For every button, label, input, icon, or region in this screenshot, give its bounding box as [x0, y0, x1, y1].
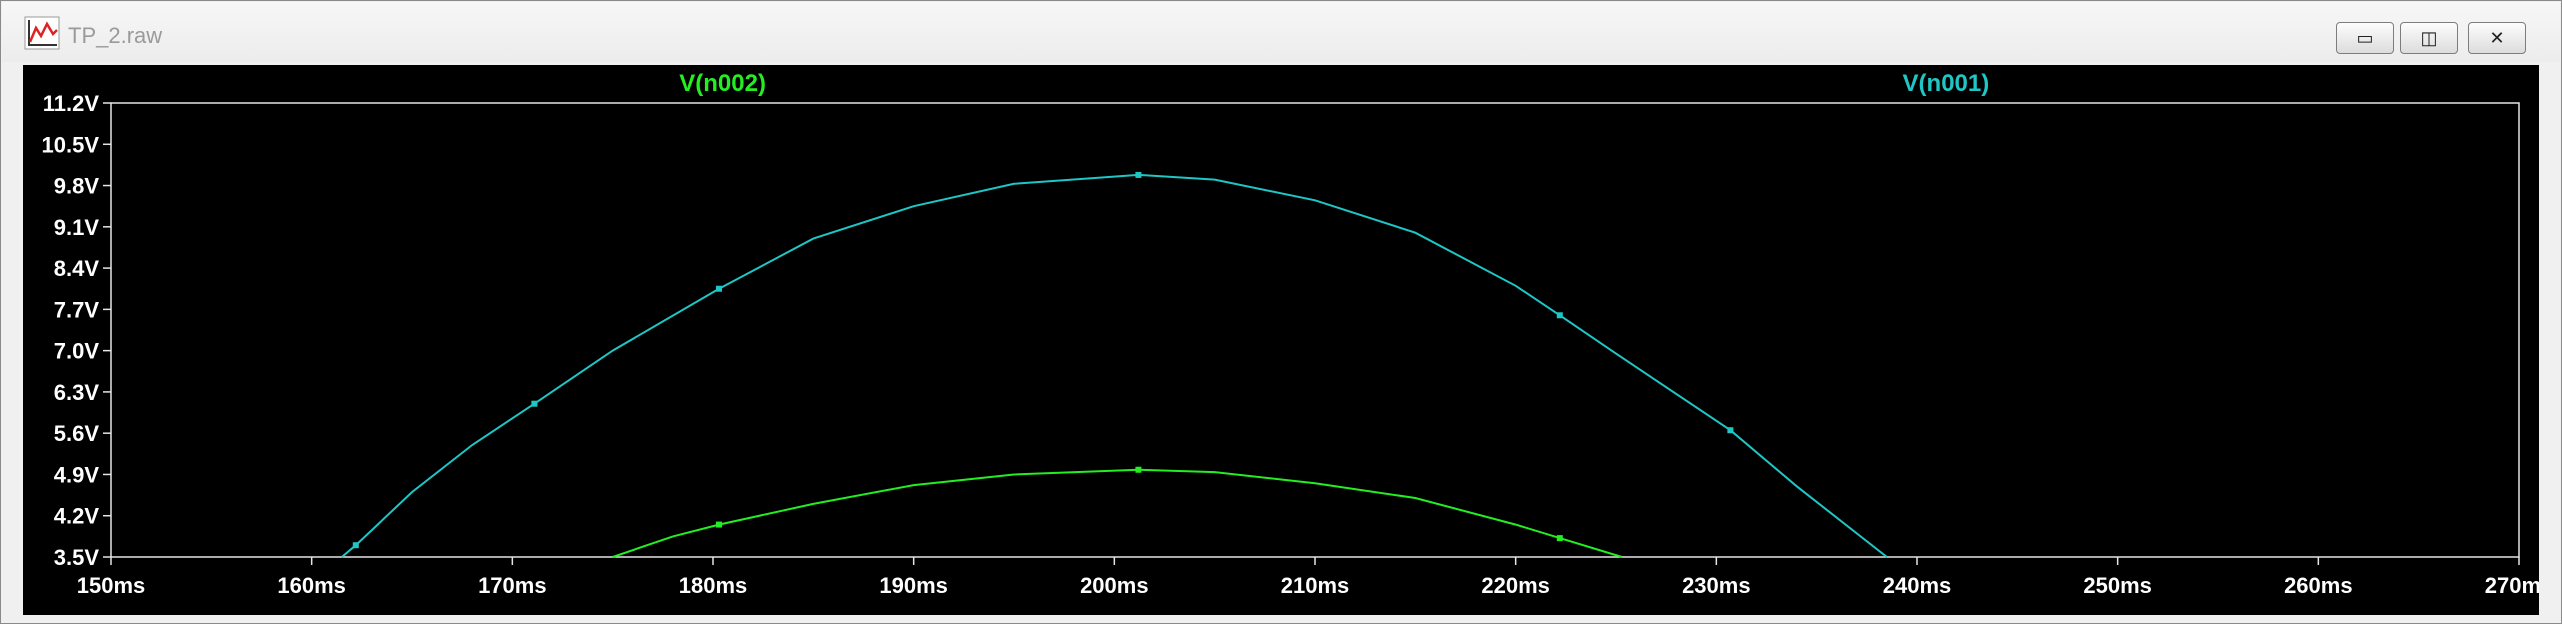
- x-tick-label: 230ms: [1682, 573, 1751, 598]
- plot-frame: [110, 102, 2520, 558]
- data-point: [1556, 535, 1563, 542]
- y-tick-label: 11.2V: [43, 91, 100, 116]
- y-tick-label: 9.8V: [54, 174, 100, 199]
- waveform-window: TP_2.raw ▭ ◫ ✕ 11.2V 10.5V 9.8V 9.1V 8.4V 7.7…: [0, 0, 2562, 624]
- y-tick-label: 5.6V: [54, 421, 100, 446]
- x-tick-label: 240ms: [1883, 573, 1952, 598]
- x-tick-label: 200ms: [1080, 573, 1149, 598]
- data-point: [531, 400, 538, 407]
- data-point: [716, 521, 723, 528]
- data-point: [1135, 171, 1142, 178]
- close-button[interactable]: ✕: [2468, 22, 2526, 54]
- y-tick-label: 8.4V: [54, 256, 100, 281]
- x-tick-label: 210ms: [1281, 573, 1350, 598]
- y-tick-label: 3.5V: [54, 545, 100, 570]
- y-tick-label: 4.9V: [54, 462, 100, 487]
- series-label: V(n001): [1903, 70, 1990, 97]
- y-tick-label: 7.7V: [54, 297, 100, 322]
- x-tick-label: 250ms: [2083, 573, 2152, 598]
- y-tick-label: 10.5V: [42, 132, 100, 157]
- x-tick-label: 220ms: [1481, 573, 1550, 598]
- close-icon: ✕: [2489, 28, 2505, 48]
- x-tick-label: 190ms: [879, 573, 948, 598]
- x-tick-label: 160ms: [277, 573, 346, 598]
- series-label: V(n002): [679, 70, 766, 97]
- data-point: [716, 285, 723, 292]
- minimize-icon: ▭: [2356, 28, 2374, 48]
- data-point: [1135, 466, 1142, 473]
- series-line-vn002: [612, 468, 1623, 558]
- x-tick-label: 170ms: [478, 573, 547, 598]
- restore-button[interactable]: ◫: [2400, 22, 2458, 54]
- waveform-chart[interactable]: 11.2V 10.5V 9.8V 9.1V 8.4V 7.7V 7.0V 6.3V 5.6V 4.…: [23, 65, 2540, 615]
- y-tick-label: 4.2V: [54, 504, 100, 529]
- restore-icon: ◫: [2420, 28, 2438, 48]
- minimize-button[interactable]: ▭: [2336, 22, 2394, 54]
- x-tick-label: 150ms: [77, 573, 146, 598]
- data-point: [1556, 312, 1563, 319]
- plot-area[interactable]: 11.2V 10.5V 9.8V 9.1V 8.4V 7.7V 7.0V 6.3V 5.6V 4.…: [23, 65, 2539, 615]
- x-tick-label: 270ms: [2485, 573, 2539, 598]
- x-tick-label: 180ms: [679, 573, 748, 598]
- series-line-vn001: [341, 173, 1888, 558]
- x-tick-label: 260ms: [2284, 573, 2353, 598]
- data-point: [352, 542, 359, 549]
- waveform-plot-icon: [24, 16, 60, 50]
- y-tick-label: 7.0V: [54, 339, 100, 364]
- y-tick-label: 6.3V: [54, 380, 100, 405]
- data-point: [1727, 427, 1734, 434]
- y-tick-label: 9.1V: [54, 215, 100, 240]
- title-bar[interactable]: TP_2.raw ▭ ◫ ✕: [2, 2, 2560, 62]
- window-title: TP_2.raw: [68, 23, 163, 48]
